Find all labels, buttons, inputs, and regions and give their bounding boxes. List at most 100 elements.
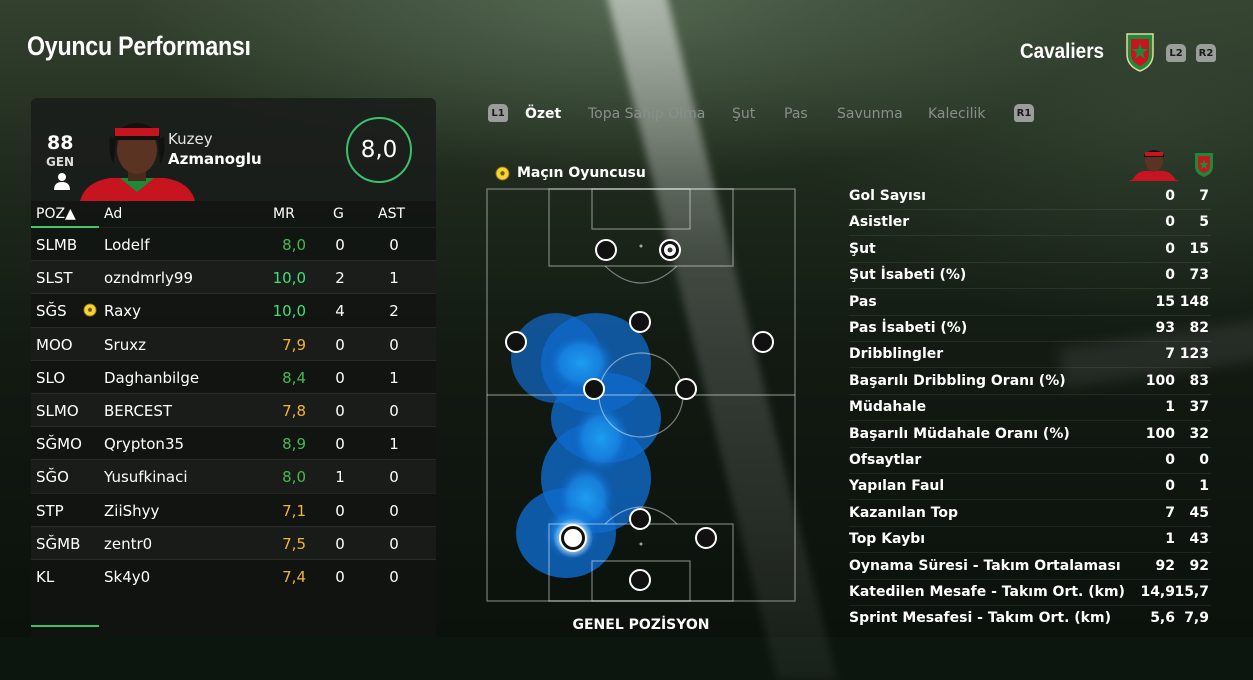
player-marker (505, 331, 527, 353)
stat-team-value: 148 (1179, 293, 1209, 310)
stat-player-value: 0 (1165, 240, 1175, 257)
person-icon (54, 173, 70, 190)
table-row[interactable]: SLST ozndmrly99 10,0 2 1 (31, 260, 436, 294)
row-position: SĞMB (36, 534, 81, 553)
stat-team-value: 82 (1189, 320, 1209, 336)
table-row[interactable]: SĞO Yusufkinaci 8,0 1 0 (31, 459, 436, 493)
l1-button[interactable]: L1 (488, 104, 508, 122)
row-goals: 0 (335, 368, 345, 387)
stat-label: Katedilen Mesafe - Takım Ort. (km) (849, 584, 1125, 600)
row-player-name: Qrypton35 (104, 435, 185, 454)
stat-team-value: 43 (1189, 531, 1209, 548)
tab-2[interactable]: Şut (732, 106, 755, 122)
row-match-rating: 7,8 (282, 402, 306, 420)
table-row[interactable]: STP ZiiShyy 7,1 0 0 (31, 492, 436, 527)
l2-button[interactable]: L2 (1166, 44, 1186, 62)
row-position: KL (36, 568, 55, 586)
row-player-name: Daghanbilge (104, 368, 200, 387)
player-marker (629, 311, 651, 333)
table-row[interactable]: SLMO BERCEST 7,8 0 0 (31, 393, 436, 427)
column-header-mr[interactable]: MR (273, 206, 295, 222)
row-position: SLMB (36, 236, 78, 254)
stat-label: Sprint Mesafesi - Takım Ort. (km) (849, 610, 1111, 627)
table-row[interactable]: SĞMB zentr0 7,5 0 0 (31, 525, 436, 560)
tab-1[interactable]: Topa Sahip Olma (588, 106, 705, 122)
stat-label: Top Kaybı (849, 531, 926, 548)
column-header-g[interactable]: G (333, 206, 344, 222)
table-row[interactable]: KL Sk4y0 7,4 0 0 (31, 559, 436, 593)
stat-row: Asistler 0 5 (849, 210, 1211, 234)
stat-team-value: 0 (1199, 452, 1209, 468)
column-header-name[interactable]: Ad (104, 206, 122, 222)
tab-3[interactable]: Pas (784, 106, 808, 122)
row-assists: 0 (389, 534, 399, 553)
row-position: STP (36, 501, 64, 520)
stat-player-value: 1 (1165, 399, 1175, 416)
team-crest-icon (1126, 33, 1154, 72)
soccer-ball-icon (495, 166, 510, 181)
table-row[interactable]: SLMB Lodelf 8,0 0 0 (31, 227, 436, 261)
row-match-rating: 8,0 (282, 236, 306, 254)
stat-team-value: 83 (1189, 372, 1209, 389)
row-player-name: Sruxz (104, 335, 146, 354)
row-assists: 0 (389, 568, 399, 586)
row-match-rating: 7,1 (282, 501, 306, 520)
table-row[interactable]: SLO Daghanbilge 8,4 0 1 (31, 359, 436, 394)
row-player-name: ZiiShyy (104, 501, 160, 520)
stat-row: Ofsaytlar 0 0 (849, 448, 1211, 472)
r1-button[interactable]: R1 (1014, 104, 1034, 122)
overall-label: GEN (46, 155, 75, 169)
player-marker (595, 239, 617, 261)
stat-player-value: 100 (1145, 425, 1175, 442)
row-player-name: ozndmrly99 (104, 269, 193, 288)
table-header: POZ▲ Ad MR G AST (31, 201, 436, 227)
table-row[interactable]: SĞMO Qrypton35 8,9 0 1 (31, 426, 436, 460)
stat-team-value: 15 (1189, 240, 1209, 257)
player-marker (695, 527, 717, 549)
stat-label: Pas (849, 293, 877, 310)
tab-4[interactable]: Savunma (837, 106, 903, 122)
r2-button[interactable]: R2 (1196, 44, 1216, 62)
stat-player-value: 14,9 (1140, 584, 1175, 600)
team-name: Cavaliers (1020, 40, 1105, 63)
row-position: SĞMO (36, 435, 82, 454)
stat-row: Başarılı Müdahale Oranı (%) 100 32 (849, 422, 1211, 446)
column-header-pos[interactable]: POZ▲ (36, 206, 76, 222)
row-goals: 0 (335, 236, 345, 254)
row-goals: 0 (335, 534, 345, 553)
row-assists: 0 (389, 468, 399, 487)
row-match-rating: 8,0 (282, 468, 306, 487)
stat-label: Şut (849, 240, 876, 257)
stat-label: Oynama Süresi - Takım Ortalaması (849, 557, 1121, 574)
stat-row: Yapılan Faul 0 1 (849, 474, 1211, 498)
table-row[interactable]: SĞS Raxy 10,0 4 2 (31, 293, 436, 327)
column-header-ast[interactable]: AST (378, 206, 405, 222)
stat-label: Yapılan Faul (849, 478, 945, 495)
row-player-name: Lodelf (104, 236, 150, 254)
scroll-indicator (31, 625, 99, 627)
stat-team-value: 45 (1189, 504, 1209, 521)
stat-player-value: 100 (1145, 372, 1175, 389)
stat-player-value: 0 (1165, 214, 1175, 231)
stat-team-value: 5 (1199, 214, 1209, 231)
stat-row: Dribblingler 7 123 (849, 342, 1211, 366)
tab-5[interactable]: Kalecilik (928, 106, 986, 122)
stat-player-value: 5,6 (1150, 610, 1175, 627)
stat-player-value: 93 (1155, 320, 1175, 336)
row-player-name: zentr0 (104, 534, 153, 553)
row-assists: 2 (389, 302, 399, 321)
tab-0[interactable]: Özet (525, 106, 561, 122)
stat-team-value: 92 (1189, 557, 1209, 574)
row-player-name: Raxy (104, 302, 142, 321)
stat-team-value: 73 (1189, 267, 1209, 284)
row-position: SLO (36, 368, 66, 387)
row-match-rating: 10,0 (272, 269, 306, 288)
table-row[interactable]: MOO Sruxz 7,9 0 0 (31, 326, 436, 361)
stat-label: Ofsaytlar (849, 452, 922, 468)
row-position: SĞS (36, 302, 67, 321)
row-assists: 0 (389, 501, 399, 520)
player-of-the-match-label: Maçın Oyuncusu (517, 165, 646, 181)
stat-row: Şut 0 15 (849, 237, 1211, 261)
stat-team-value: 7 (1199, 188, 1209, 204)
stat-player-value: 1 (1165, 531, 1175, 548)
